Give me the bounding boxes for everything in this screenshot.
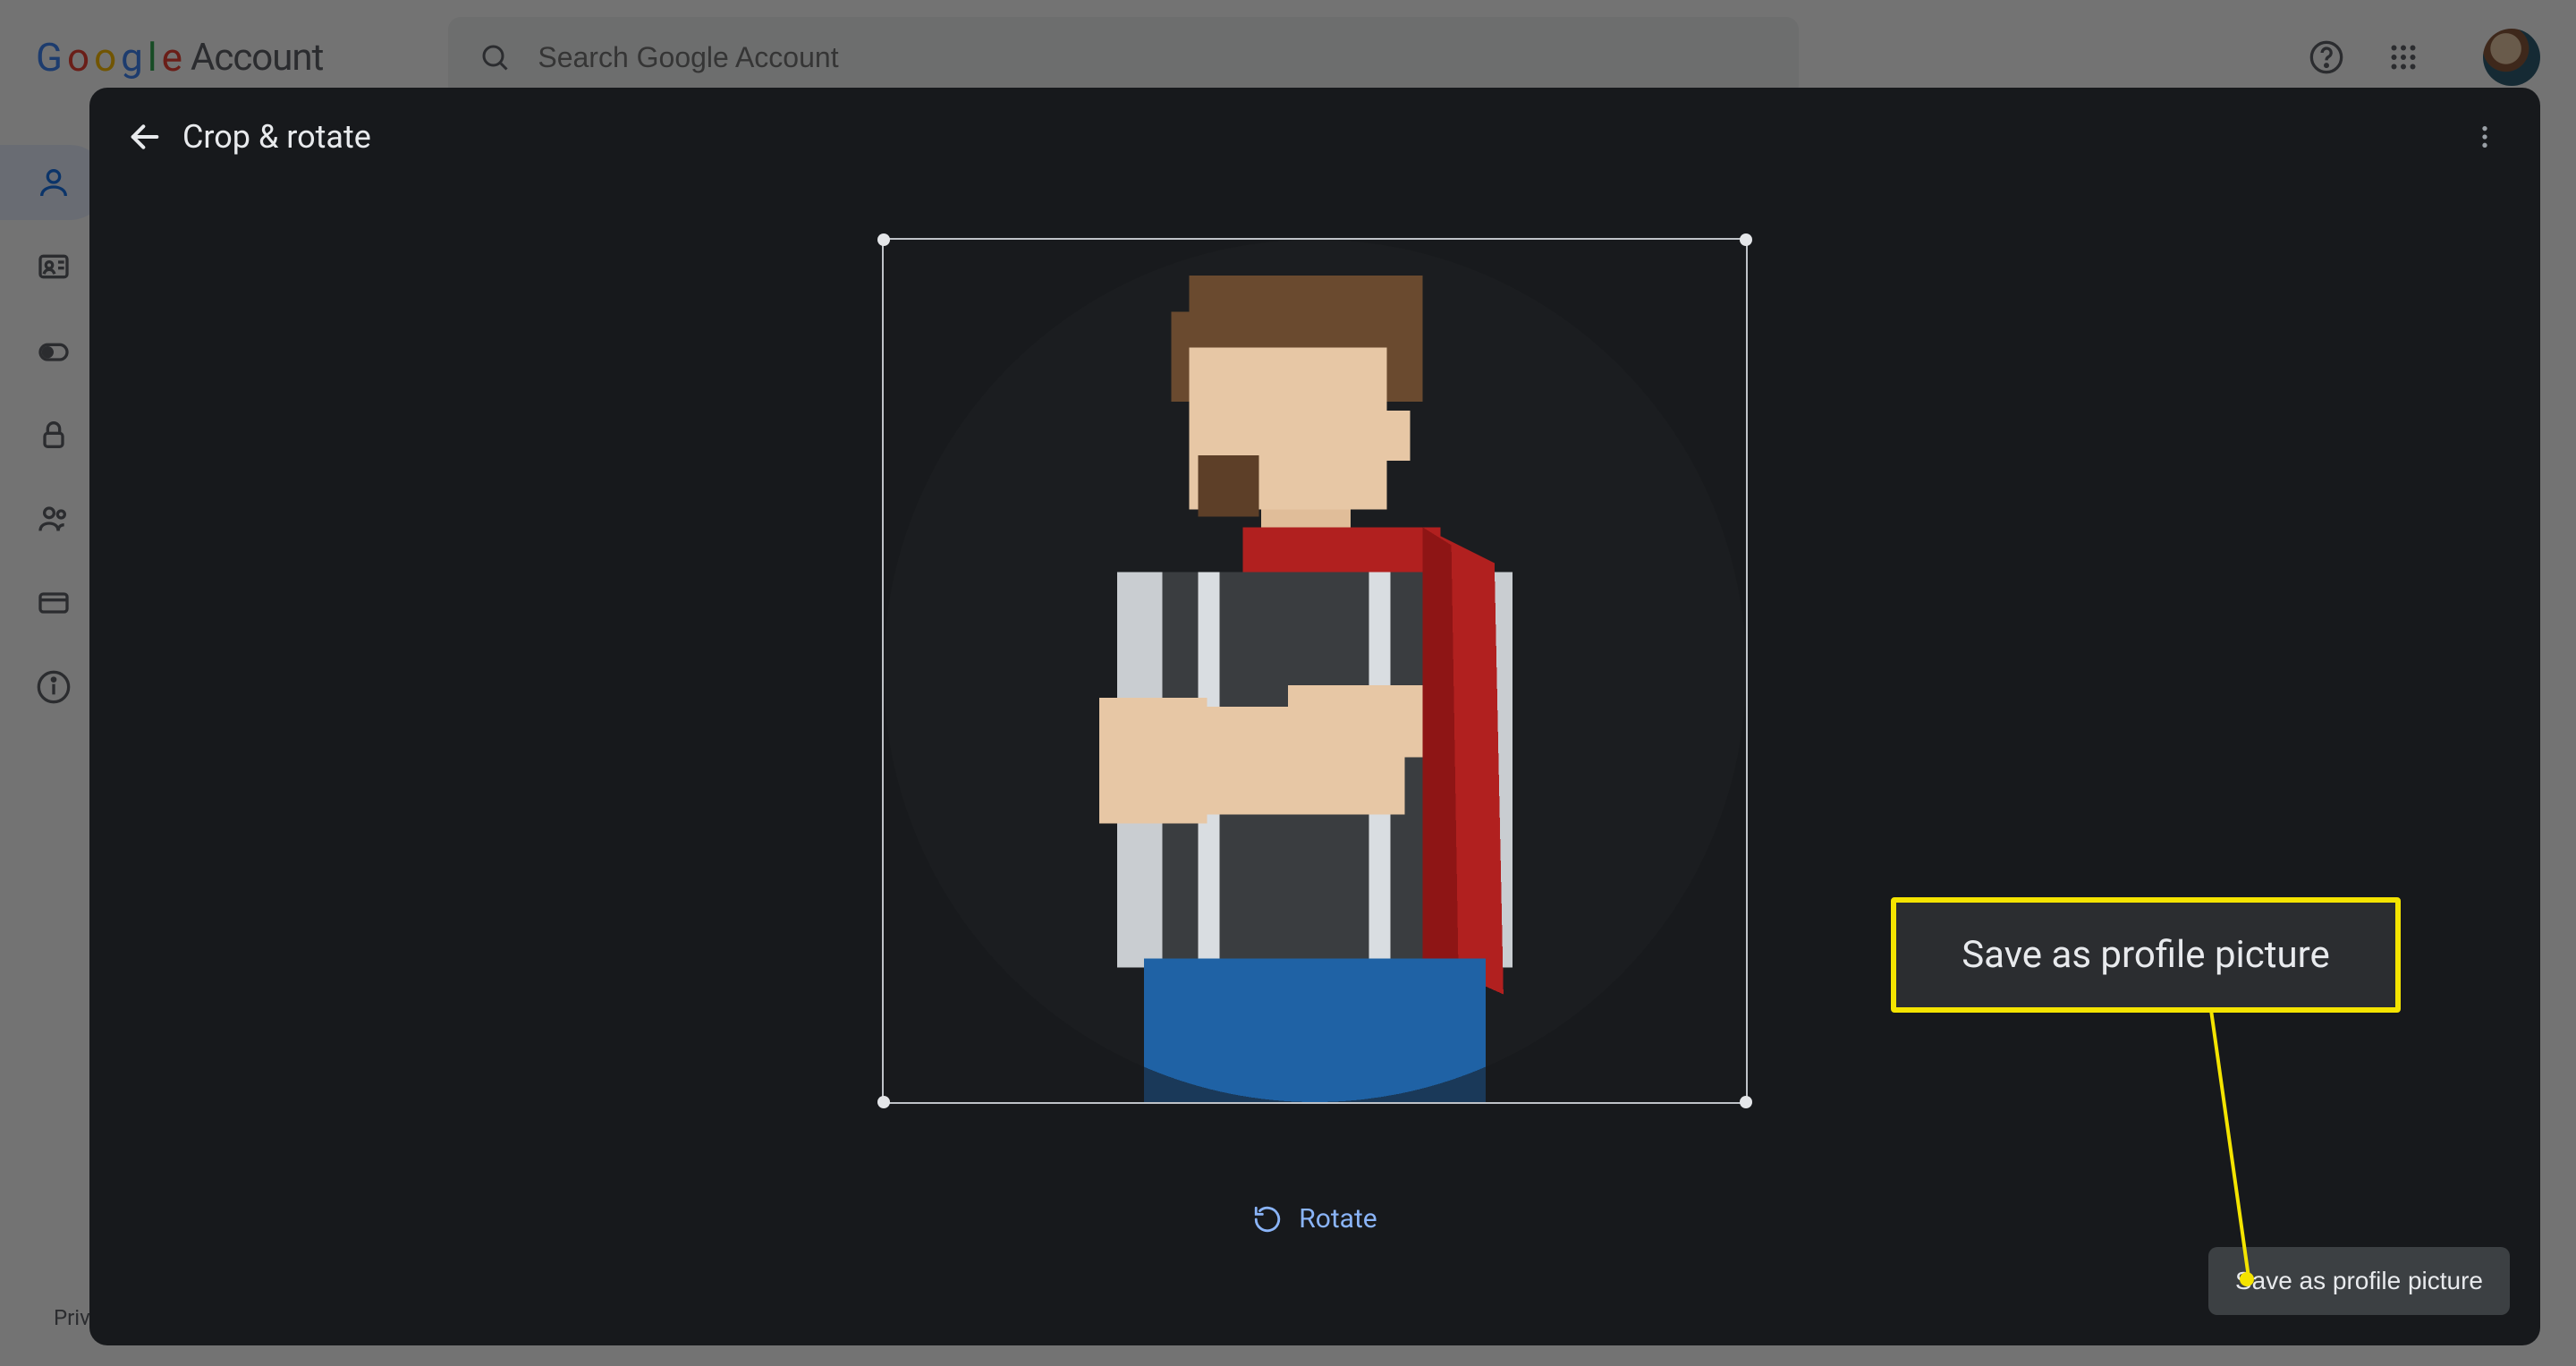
annotation-callout: Save as profile picture — [1891, 897, 2401, 1013]
rotate-label: Rotate — [1299, 1203, 1377, 1234]
modal-title: Crop & rotate — [182, 118, 371, 156]
crop-image — [884, 240, 1746, 1102]
crop-frame[interactable] — [882, 238, 1748, 1104]
modal-header: Crop & rotate — [89, 88, 2540, 186]
annotation-leader-dot — [2240, 1272, 2254, 1286]
crop-handle-bottom-left[interactable] — [877, 1096, 890, 1108]
more-vert-icon[interactable] — [2460, 112, 2510, 162]
rotate-icon — [1252, 1204, 1283, 1234]
back-arrow-icon[interactable] — [120, 112, 170, 162]
crop-handle-top-right[interactable] — [1740, 233, 1752, 246]
crop-rotate-modal: Crop & rotate — [89, 88, 2540, 1345]
rotate-button[interactable]: Rotate — [89, 1203, 2540, 1234]
crop-handle-bottom-right[interactable] — [1740, 1096, 1752, 1108]
crop-handle-top-left[interactable] — [877, 233, 890, 246]
